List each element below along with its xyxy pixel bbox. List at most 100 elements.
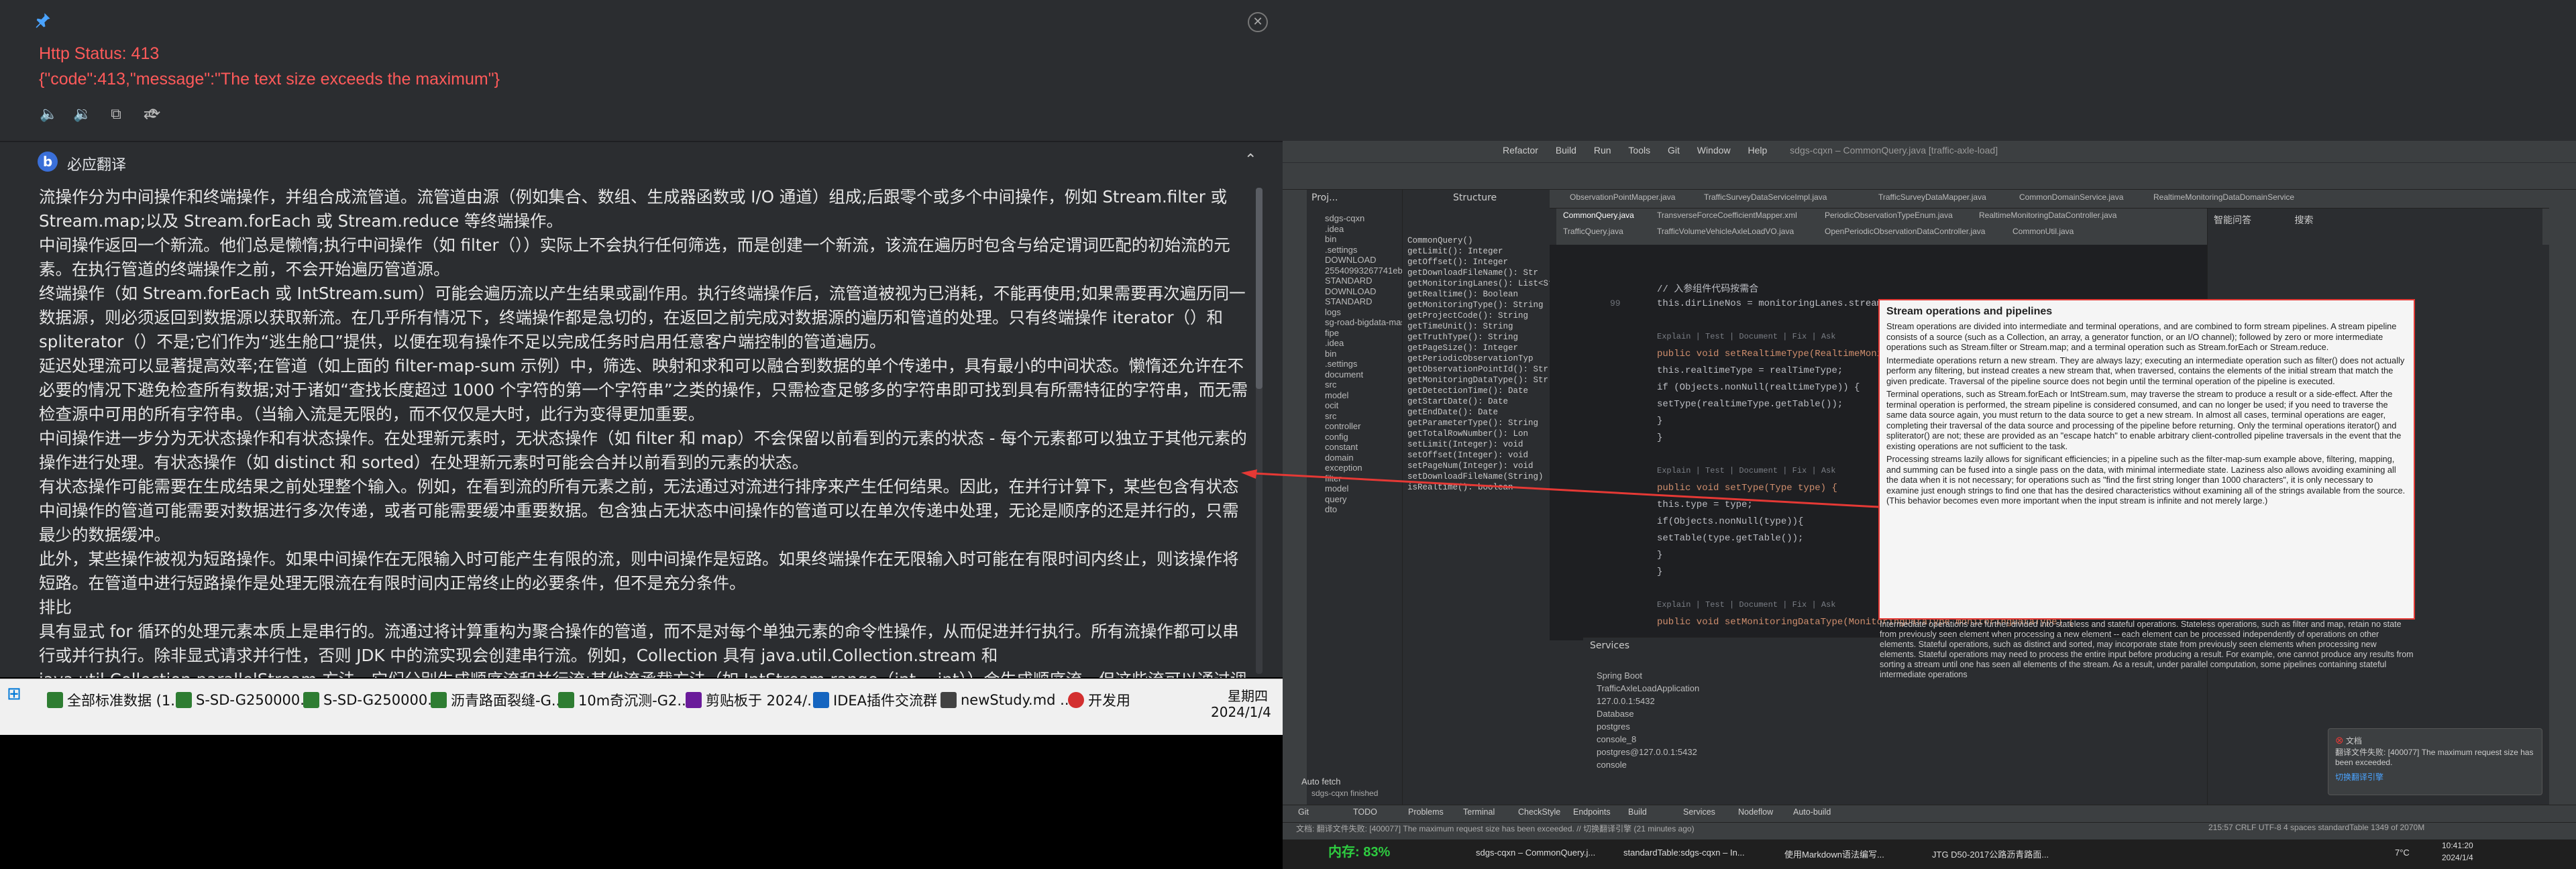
tree-item[interactable]: .idea — [1325, 338, 1344, 348]
editor-tab[interactable]: CommonDomainService.java — [2019, 192, 2123, 207]
service-item[interactable]: console_8 — [1597, 734, 1636, 744]
copy-icon[interactable]: ⧉ — [106, 105, 126, 125]
tree-item[interactable]: logs — [1325, 307, 1341, 317]
taskbar-item[interactable]: 使用Markdown语法编写... — [1784, 848, 1884, 860]
tree-item[interactable]: controller — [1325, 421, 1360, 431]
menu-item[interactable]: Window — [1697, 145, 1731, 156]
structure-item[interactable]: CommonQuery() — [1407, 236, 1473, 245]
service-item[interactable]: Database — [1597, 709, 1634, 719]
editor-tab[interactable]: OpenPeriodicObservationDataController.ja… — [1825, 227, 1985, 241]
taskbar-item[interactable]: 10m奇沉测-G2... — [558, 687, 690, 713]
editor-tab[interactable]: TrafficSurveyDataServiceImpl.java — [1704, 192, 1827, 207]
speaker-slow-icon[interactable]: 🔉 — [72, 105, 93, 125]
tool-window-button[interactable]: Problems — [1408, 807, 1444, 817]
pin-icon[interactable] — [34, 11, 52, 30]
tree-item[interactable]: STANDARD — [1325, 276, 1373, 286]
tree-item[interactable]: domain — [1325, 453, 1354, 463]
editor-tab[interactable]: TrafficQuery.java — [1563, 227, 1623, 241]
editor-tab[interactable]: PeriodicObservationTypeEnum.java — [1825, 211, 1953, 225]
structure-item[interactable]: getParameterType(): String — [1407, 418, 1538, 428]
tool-window-button[interactable]: Nodeflow — [1738, 807, 1773, 817]
editor-tab[interactable]: RealtimeMonitoringDataController.java — [1979, 211, 2116, 225]
taskbar-item[interactable]: newStudy.md ... — [941, 687, 1073, 713]
tool-window-button[interactable]: TODO — [1353, 807, 1377, 817]
structure-item[interactable]: getOffset(): Integer — [1407, 257, 1508, 267]
windows-start-icon[interactable]: ⊞ — [7, 684, 27, 704]
tree-item[interactable]: src — [1325, 380, 1336, 390]
tree-item[interactable]: model — [1325, 390, 1348, 400]
close-icon[interactable]: ✕ — [1248, 12, 1268, 32]
editor-tab[interactable]: TrafficSurveyDataMapper.java — [1878, 192, 1986, 207]
tree-item[interactable]: sdgs-cqxn — [1325, 213, 1364, 223]
tree-item[interactable]: bin — [1325, 234, 1336, 244]
structure-item[interactable]: getPageSize(): Integer — [1407, 343, 1518, 353]
chevron-up-icon[interactable]: ⌃ — [1244, 152, 1256, 168]
service-item[interactable]: console — [1597, 760, 1627, 770]
taskbar-item[interactable]: 开发用 — [1068, 687, 1130, 713]
taskbar-item[interactable]: 剪贴板于 2024/... — [686, 687, 820, 713]
tree-item[interactable]: document — [1325, 369, 1363, 380]
editor-tab[interactable]: TrafficVolumeVehicleAxleLoadVO.java — [1657, 227, 1794, 241]
tree-item[interactable]: config — [1325, 432, 1348, 442]
menu-item[interactable]: Tools — [1628, 145, 1650, 156]
taskbar-item[interactable]: S-SD-G250000... — [303, 687, 441, 713]
status-message[interactable]: 文档: 翻译文件失败: [400077] The maximum request… — [1296, 824, 1695, 833]
tree-item[interactable]: .settings — [1325, 359, 1357, 369]
tree-item[interactable]: constant — [1325, 442, 1358, 452]
tool-window-button[interactable]: Terminal — [1463, 807, 1495, 817]
structure-item[interactable]: getPeriodicObservationTyp — [1407, 354, 1534, 363]
refresh-icon-visible[interactable]: ⟳ — [144, 105, 164, 125]
structure-item[interactable]: getDetectionTime(): Date — [1407, 386, 1528, 396]
speaker-icon[interactable]: 🔈 — [39, 105, 59, 125]
tool-window-button[interactable]: Git — [1298, 807, 1309, 817]
tree-item[interactable]: .idea — [1325, 224, 1344, 234]
tab-search[interactable]: 搜索 — [2294, 215, 2313, 226]
taskbar-item[interactable]: sdgs-cqxn – CommonQuery.j... — [1476, 848, 1595, 858]
menu-item[interactable]: Git — [1668, 145, 1680, 156]
tree-item[interactable]: ocit — [1325, 400, 1338, 410]
taskbar-item[interactable]: JTG D50-2017公路沥青路面... — [1932, 848, 2049, 860]
menu-item[interactable]: Run — [1594, 145, 1611, 156]
taskbar-item[interactable]: S-SD-G250000... — [176, 687, 313, 713]
switch-engine-link[interactable]: 切换翻译引擎 — [2335, 771, 2535, 783]
structure-item[interactable]: getLimit(): Integer — [1407, 247, 1503, 256]
service-item[interactable]: postgres@127.0.0.1:5432 — [1597, 747, 1697, 757]
structure-item[interactable]: getTruthType(): String — [1407, 333, 1518, 342]
tool-window-button[interactable]: Endpoints — [1573, 807, 1611, 817]
tool-window-button[interactable]: CheckStyle — [1518, 807, 1560, 817]
structure-item[interactable]: getProjectCode(): String — [1407, 311, 1528, 321]
taskbar-item[interactable]: 全部标准数据 (1... — [47, 687, 184, 713]
structure-item[interactable]: getStartDate(): Date — [1407, 397, 1508, 406]
editor-tab-active[interactable]: CommonQuery.java — [1563, 211, 1634, 225]
editor-tab[interactable]: TransverseForceCoefficientMapper.xml — [1657, 211, 1797, 225]
code-lens-hint[interactable]: Explain | Test | Document | Fix | Ask — [1657, 332, 1835, 341]
editor-tab[interactable]: CommonUtil.java — [2012, 227, 2074, 241]
tool-window-button[interactable]: Build — [1628, 807, 1647, 817]
structure-item[interactable]: getTotalRowNumber(): Lon — [1407, 429, 1528, 439]
structure-item[interactable]: getRealtime(): Boolean — [1407, 290, 1518, 299]
tree-item[interactable]: STANDARD — [1325, 296, 1373, 306]
tree-item[interactable]: fipe — [1325, 328, 1339, 338]
taskbar-item[interactable]: standardTable:sdgs-cqxn – In... — [1623, 848, 1745, 858]
weather-text[interactable]: 7°C — [2395, 848, 2410, 858]
tab-smart-qa[interactable]: 智能问答 — [2214, 215, 2251, 226]
service-item[interactable]: 127.0.0.1:5432 — [1597, 696, 1655, 706]
tree-item[interactable]: DOWNLOAD — [1325, 255, 1377, 265]
tree-item[interactable]: DOWNLOAD — [1325, 286, 1377, 296]
menu-item[interactable]: Help — [1748, 145, 1767, 156]
service-item[interactable]: postgres — [1597, 721, 1630, 732]
tree-item[interactable]: src — [1325, 411, 1336, 421]
service-item[interactable]: Spring Boot — [1597, 671, 1642, 681]
structure-item[interactable]: setLimit(Integer): void — [1407, 440, 1523, 449]
taskbar-item[interactable]: 沥青路面裂缝-G... — [431, 687, 565, 713]
structure-item[interactable]: getObservationPointId(): Str — [1407, 365, 1548, 374]
structure-item[interactable]: getTimeUnit(): String — [1407, 322, 1513, 331]
tool-window-button[interactable]: Auto-build — [1793, 807, 1831, 817]
tree-item[interactable]: 25540993267741eb... — [1325, 266, 1410, 276]
service-item[interactable]: TrafficAxleLoadApplication — [1597, 683, 1699, 693]
tree-item[interactable]: bin — [1325, 349, 1336, 359]
code-lens-hint[interactable]: Explain | Test | Document | Fix | Ask — [1657, 600, 1835, 610]
tree-item[interactable]: .settings — [1325, 245, 1357, 255]
structure-item[interactable]: getMonitoringType(): String — [1407, 300, 1544, 310]
editor-tab[interactable]: ObservationPointMapper.java — [1570, 192, 1675, 207]
